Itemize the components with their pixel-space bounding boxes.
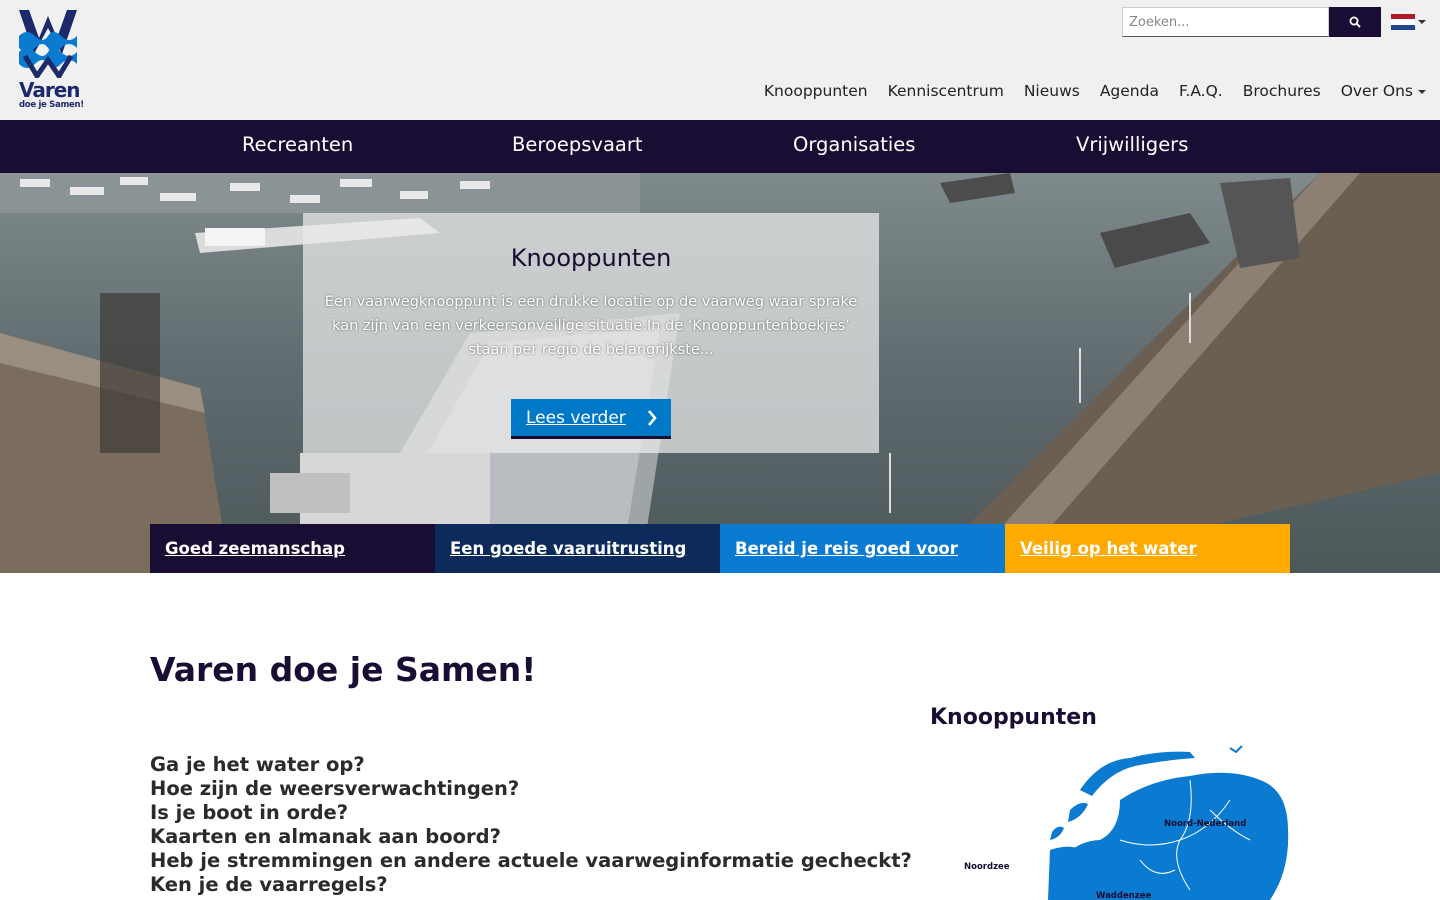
question-item: Hoe zijn de weersverwachtingen? [150, 777, 520, 800]
mainnav-beroepsvaart[interactable]: Beroepsvaart [512, 133, 643, 156]
question-item: Ga je het water op? [150, 753, 365, 776]
featured-title: Knooppunten [510, 244, 672, 272]
audience-navigation: Recreanten Beroepsvaart Organisaties Vri… [0, 120, 1440, 173]
search-input[interactable] [1122, 7, 1329, 37]
featured-card: Knooppunten Een vaarwegknooppunt is een … [303, 213, 879, 453]
topnav-over-ons[interactable]: Over Ons [1341, 82, 1426, 100]
topnav-kenniscentrum[interactable]: Kenniscentrum [888, 82, 1004, 100]
hero-banner: Knooppunten Een vaarwegknooppunt is een … [0, 173, 1440, 573]
logo-tagline: doe je Samen! [19, 100, 84, 110]
search-icon [1349, 16, 1361, 28]
site-logo[interactable]: Varen doe je Samen! [17, 8, 84, 112]
topnav-knooppunten[interactable]: Knooppunten [764, 82, 868, 100]
mainnav-recreanten[interactable]: Recreanten [242, 133, 353, 156]
topnav-faq[interactable]: F.A.Q. [1179, 82, 1223, 100]
logo-waves-icon [19, 10, 77, 81]
theme-tiles: Goed zeemanschap Een goede vaaruitrustin… [150, 524, 1290, 573]
topnav-brochures[interactable]: Brochures [1243, 82, 1321, 100]
question-item: Ken je de vaarregels? [150, 873, 388, 896]
search-form [1122, 7, 1381, 37]
dropdown-caret-icon [1418, 89, 1426, 94]
logo-wordmark: Varen [19, 78, 81, 102]
knooppunten-map[interactable]: Noord-Nederland Noordzee Waddenzee [930, 740, 1290, 900]
sidebar-title: Knooppunten [930, 705, 1097, 730]
tile-vaaruitrusting[interactable]: Een goede vaaruitrusting [435, 524, 720, 573]
featured-excerpt: Een vaarwegknooppunt is een drukke locat… [324, 294, 858, 358]
search-button[interactable] [1329, 7, 1381, 37]
tile-veilig-op-water[interactable]: Veilig op het water [1005, 524, 1290, 573]
map-label-region: Noord-Nederland [1164, 819, 1247, 829]
tile-reis-voorbereiden[interactable]: Bereid je reis goed voor [720, 524, 1005, 573]
question-item: Is je boot in orde? [150, 801, 349, 824]
topnav-nieuws[interactable]: Nieuws [1024, 82, 1080, 100]
mainnav-vrijwilligers[interactable]: Vrijwilligers [1076, 133, 1188, 156]
question-item: Heb je stremmingen en andere actuele vaa… [150, 849, 912, 872]
map-label-wadden: Waddenzee [1096, 891, 1152, 900]
chevron-right-icon [648, 410, 657, 426]
read-more-button[interactable]: Lees verder [511, 399, 671, 439]
map-label-sea: Noordzee [964, 862, 1010, 872]
topnav-agenda[interactable]: Agenda [1100, 82, 1159, 100]
mainnav-organisaties[interactable]: Organisaties [793, 133, 915, 156]
site-header: Varen doe je Samen! Knooppunten Kennisce… [0, 0, 1440, 120]
question-item: Kaarten en almanak aan boord? [150, 825, 501, 848]
language-caret-icon[interactable] [1418, 20, 1426, 24]
topnav-over-ons-label: Over Ons [1340, 82, 1413, 100]
tile-goed-zeemanschap[interactable]: Goed zeemanschap [150, 524, 435, 573]
top-navigation: Knooppunten Kenniscentrum Nieuws Agenda … [744, 82, 1426, 100]
language-flag-icon[interactable] [1391, 14, 1415, 30]
read-more-label: Lees verder [526, 408, 626, 428]
page-title: Varen doe je Samen! [150, 650, 537, 689]
checklist-questions: Ga je het water op? Hoe zijn de weersver… [150, 753, 912, 897]
